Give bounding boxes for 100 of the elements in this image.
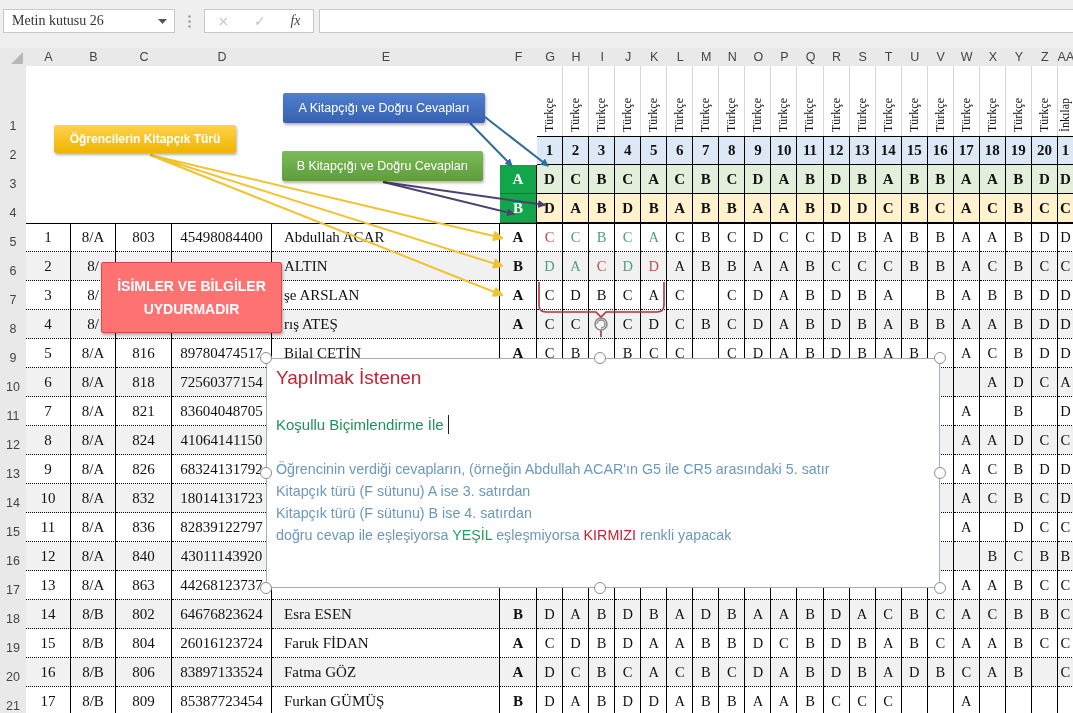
row-header[interactable]: 16 [0, 542, 26, 571]
row-header[interactable]: 5 [0, 223, 26, 252]
answer-cell: D [693, 600, 720, 629]
grip-icon [188, 15, 191, 28]
row-header[interactable]: 12 [0, 426, 26, 455]
answer-cell: B [901, 252, 928, 281]
table-cell: 83897133524 [172, 658, 272, 687]
formula-bar-button[interactable]: fx [286, 13, 305, 29]
table-cell: B [500, 600, 537, 629]
row-header[interactable]: 2 [0, 136, 26, 165]
column-header[interactable]: R [823, 48, 850, 66]
answer-cell: C [1005, 542, 1032, 571]
column-header[interactable]: W [953, 48, 980, 66]
answer-cell: D [641, 310, 668, 339]
rotate-handle-icon[interactable] [594, 317, 608, 331]
row-header[interactable]: 8 [0, 310, 26, 339]
answer-cell: C [849, 687, 876, 713]
answer-key-cell: A [641, 165, 668, 194]
row-header[interactable]: 19 [0, 629, 26, 658]
table-cell: 14 [26, 600, 71, 629]
answer-cell: A [771, 600, 798, 629]
formula-input[interactable] [319, 9, 1073, 33]
column-header[interactable]: H [563, 48, 590, 66]
answer-key-cell: A [745, 194, 772, 223]
answer-key-cell: B [693, 165, 720, 194]
answer-cell: D [745, 658, 772, 687]
answer-key-cell: A [563, 194, 590, 223]
answer-key-cell: B [797, 194, 824, 223]
column-header[interactable]: Z [1031, 48, 1058, 66]
column-header[interactable]: S [849, 48, 876, 66]
row-header[interactable]: 1 [0, 66, 26, 136]
column-header[interactable]: B [71, 48, 116, 66]
question-number: 18 [979, 136, 1006, 165]
answer-cell: B [693, 252, 720, 281]
resize-handle[interactable] [934, 352, 946, 364]
answer-cell: A [953, 426, 980, 455]
question-number: 17 [953, 136, 980, 165]
row-header[interactable]: 15 [0, 513, 26, 542]
answer-cell: A [875, 310, 902, 339]
answer-cell: C [1031, 426, 1058, 455]
answer-cell: C [1031, 252, 1058, 281]
answer-cell: C [667, 310, 694, 339]
row-header[interactable]: 6 [0, 252, 26, 281]
column-header[interactable]: O [745, 48, 772, 66]
column-header[interactable]: Q [797, 48, 824, 66]
name-box[interactable]: Metin kutusu 26 [3, 9, 175, 33]
answer-key-cell: C [979, 194, 1006, 223]
row-header[interactable]: 10 [0, 368, 26, 397]
column-header[interactable]: Y [1005, 48, 1032, 66]
answer-cell: B [693, 658, 720, 687]
column-header[interactable]: J [615, 48, 642, 66]
question-number: 12 [823, 136, 850, 165]
question-number: 3 [589, 136, 616, 165]
answer-cell: A [771, 687, 798, 713]
select-all-icon[interactable] [11, 52, 23, 64]
resize-handle[interactable] [934, 582, 946, 594]
column-header[interactable]: X [979, 48, 1006, 66]
answer-cell: D [615, 252, 642, 281]
answer-cell: B [901, 310, 928, 339]
row-header[interactable]: 4 [0, 194, 26, 223]
column-header[interactable]: U [901, 48, 928, 66]
answer-key-cell: B [797, 165, 824, 194]
row-header[interactable]: 18 [0, 600, 26, 629]
column-header[interactable]: F [500, 48, 537, 66]
answer-key-cell: A [979, 165, 1006, 194]
row-header[interactable]: 7 [0, 281, 26, 310]
answer-key-cell: B [927, 165, 954, 194]
answer-cell: A [745, 252, 772, 281]
row-header[interactable]: 9 [0, 339, 26, 368]
dropdown-caret-icon [158, 18, 167, 24]
column-header[interactable]: C [116, 48, 172, 66]
column-header[interactable]: T [875, 48, 902, 66]
row-header[interactable]: 20 [0, 658, 26, 687]
column-header[interactable]: D [172, 48, 272, 66]
question-number: 4 [615, 136, 642, 165]
row-header[interactable]: 14 [0, 484, 26, 513]
column-header[interactable]: E [272, 48, 500, 66]
answer-cell: A [953, 600, 980, 629]
column-header[interactable]: V [927, 48, 954, 66]
row-header[interactable]: 3 [0, 165, 26, 194]
row-header[interactable]: 13 [0, 455, 26, 484]
column-header[interactable]: L [667, 48, 694, 66]
column-header[interactable]: N [719, 48, 746, 66]
answer-cell: B [797, 252, 824, 281]
resize-handle[interactable] [594, 352, 606, 364]
column-header[interactable]: M [693, 48, 720, 66]
column-header[interactable]: I [589, 48, 616, 66]
answer-cell: B [1031, 600, 1058, 629]
resize-handle[interactable] [260, 467, 272, 479]
table-cell: 10 [26, 484, 71, 513]
row-header[interactable]: 11 [0, 397, 26, 426]
row-header[interactable]: 17 [0, 571, 26, 600]
column-header[interactable]: K [641, 48, 668, 66]
row-header[interactable]: 21 [0, 687, 26, 713]
answer-key-cell: B [641, 194, 668, 223]
table-cell: 8/A [71, 542, 116, 571]
instruction-line: Kitapçık türü (F sütunu) A ise 3. satırdan [276, 482, 531, 501]
column-header[interactable]: A [26, 48, 71, 66]
column-header[interactable]: P [771, 48, 798, 66]
column-header[interactable]: G [537, 48, 564, 66]
